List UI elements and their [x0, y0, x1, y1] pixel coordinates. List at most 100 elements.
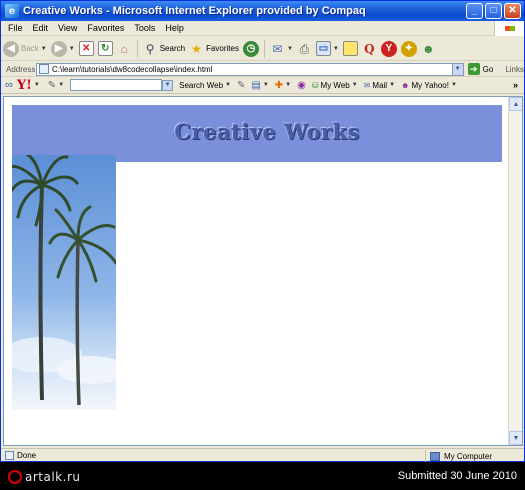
home-icon: ⌂ — [120, 41, 128, 56]
my-yahoo-button[interactable]: ☻ My Yahoo! ▼ — [401, 81, 457, 90]
page-header-banner: Creative Works — [12, 105, 502, 162]
address-url[interactable]: C:\learn\tutorials\dw8codecollapse\index… — [52, 65, 452, 74]
palm-trees-image — [12, 155, 116, 410]
address-dropdown-icon[interactable]: ▼ — [451, 63, 463, 75]
title-bar[interactable]: e Creative Works - Microsoft Internet Ex… — [1, 1, 524, 21]
history-icon: ◷ — [242, 40, 259, 57]
history-button[interactable]: ◷ — [241, 38, 261, 60]
yahoo-button[interactable]: Y — [379, 38, 399, 60]
chevron-down-icon: ▼ — [225, 82, 231, 88]
badge-button[interactable]: ✦ — [399, 38, 419, 60]
star-icon: ★ — [191, 41, 202, 56]
submitted-date: Submitted 30 June 2010 — [397, 470, 517, 482]
minimize-button[interactable]: _ — [466, 3, 483, 19]
menu-file[interactable]: File — [1, 23, 28, 33]
maximize-button[interactable]: □ — [485, 3, 502, 19]
bookmark-icon[interactable]: ▤ — [251, 80, 260, 91]
go-arrow-icon: ➔ — [467, 63, 480, 75]
go-button[interactable]: ➔ Go — [467, 63, 493, 75]
envelope-icon: ✉ — [363, 80, 371, 90]
search-button[interactable]: ⚲ Search — [141, 38, 187, 60]
window-title: Creative Works - Microsoft Internet Expl… — [23, 5, 366, 17]
people-button[interactable]: ☻ — [419, 38, 438, 60]
badge-icon: ✦ — [400, 40, 417, 57]
messenger-button[interactable]: Q — [360, 38, 379, 60]
yahoo-search-input[interactable] — [70, 79, 163, 91]
chevron-down-icon: ▼ — [450, 82, 457, 88]
menu-tools[interactable]: Tools — [129, 23, 160, 33]
mail-button[interactable]: ✉ ▼ — [268, 38, 295, 60]
status-text: Done — [5, 451, 36, 460]
printer-icon: ⎙ — [299, 41, 310, 56]
close-button[interactable]: ✕ — [504, 3, 521, 19]
chevron-down-icon: ▼ — [389, 82, 396, 88]
highlight-icon[interactable]: ✎ — [237, 80, 245, 91]
puzzle-icon[interactable]: ✚ — [275, 80, 283, 91]
vertical-scrollbar[interactable]: ▲ ▼ — [508, 97, 522, 445]
search-icon: ⚲ — [145, 41, 155, 56]
chevron-down-icon: ▼ — [262, 82, 269, 88]
chevron-down-icon: ▼ — [332, 45, 339, 52]
menu-help[interactable]: Help — [160, 23, 189, 33]
windows-logo-icon — [494, 21, 524, 36]
address-bar: Address C:\learn\tutorials\dw8codecollap… — [1, 62, 524, 77]
forward-arrow-icon: ▶ — [50, 40, 67, 57]
note-icon — [342, 41, 358, 56]
page-title: Creative Works — [174, 119, 360, 144]
edit-button[interactable]: ▭ ▼ — [314, 38, 341, 60]
yahoo-search-dropdown-icon[interactable]: ▼ — [162, 79, 174, 91]
my-yahoo-icon: ☻ — [401, 80, 410, 90]
antispy-icon[interactable]: ◉ — [297, 80, 306, 91]
brand-logo: artalk.ru — [8, 469, 80, 484]
search-web-button[interactable]: Search Web ▼ — [179, 81, 231, 90]
stop-icon: ✕ — [78, 41, 94, 56]
back-arrow-icon: ◀ — [3, 40, 19, 57]
yahoo-toolbar: ∞ Y! ▼ ✎ ▼ ▼ Search Web ▼ ✎ ▤ ▼ ✚ ▼ ◉ ⛁ … — [1, 77, 524, 94]
edit-icon: ▭ — [315, 41, 331, 56]
yahoo-icon: Y — [380, 40, 397, 57]
chevron-down-icon: ▼ — [68, 45, 75, 52]
mail-button[interactable]: ✉ Mail ▼ — [364, 81, 395, 90]
browser-window: e Creative Works - Microsoft Internet Ex… — [0, 0, 525, 462]
pencil-icon[interactable]: ✎ — [48, 80, 56, 91]
back-button[interactable]: ◀ Back ▼ — [1, 38, 49, 60]
brand-ring-icon — [8, 469, 22, 484]
my-web-icon: ⛁ — [311, 80, 319, 90]
toolbar-overflow-icon[interactable]: » — [513, 80, 518, 90]
menu-favorites[interactable]: Favorites — [82, 23, 129, 33]
chevron-down-icon: ▼ — [285, 82, 292, 88]
address-input[interactable]: C:\learn\tutorials\dw8codecollapse\index… — [35, 62, 464, 76]
print-button[interactable]: ⎙ — [295, 38, 314, 60]
standard-toolbar: ◀ Back ▼ ▶ ▼ ✕ ↻ ⌂ ⚲ Search ★ Favorites … — [1, 37, 524, 61]
stop-button[interactable]: ✕ — [77, 38, 96, 60]
scroll-down-icon[interactable]: ▼ — [509, 431, 522, 445]
forward-button[interactable]: ▶ ▼ — [49, 38, 77, 60]
toolbar-grip-icon: ∞ — [5, 79, 13, 91]
refresh-icon: ↻ — [97, 41, 113, 56]
links-button[interactable]: Links — [505, 65, 524, 74]
menu-edit[interactable]: Edit — [28, 23, 54, 33]
chevron-down-icon: ▼ — [33, 82, 40, 88]
yahoo-logo[interactable]: Y! — [17, 78, 32, 93]
q-icon: Q — [364, 41, 375, 56]
ie-icon: e — [5, 4, 19, 18]
people-icon: ☻ — [422, 41, 435, 56]
chevron-down-icon: ▼ — [40, 45, 47, 52]
scroll-up-icon[interactable]: ▲ — [509, 97, 522, 111]
mail-icon: ✉ — [272, 41, 283, 56]
menu-view[interactable]: View — [53, 23, 82, 33]
security-zone: My Computer — [425, 450, 492, 462]
chevron-down-icon: ▼ — [286, 45, 293, 52]
footer-strip: artalk.ru Submitted 30 June 2010 — [0, 463, 525, 490]
computer-icon — [430, 451, 440, 461]
my-web-button[interactable]: ⛁ My Web ▼ — [312, 81, 358, 90]
refresh-button[interactable]: ↻ — [96, 38, 115, 60]
discuss-button[interactable] — [341, 38, 360, 60]
page-viewport: Creative Works ▲ ▼ — [3, 96, 523, 446]
chevron-down-icon: ▼ — [58, 82, 65, 88]
chevron-down-icon: ▼ — [351, 82, 358, 88]
home-button[interactable]: ⌂ — [115, 38, 134, 60]
page-icon — [38, 64, 49, 74]
favorites-button[interactable]: ★ Favorites — [187, 38, 241, 60]
page-icon — [5, 451, 14, 460]
